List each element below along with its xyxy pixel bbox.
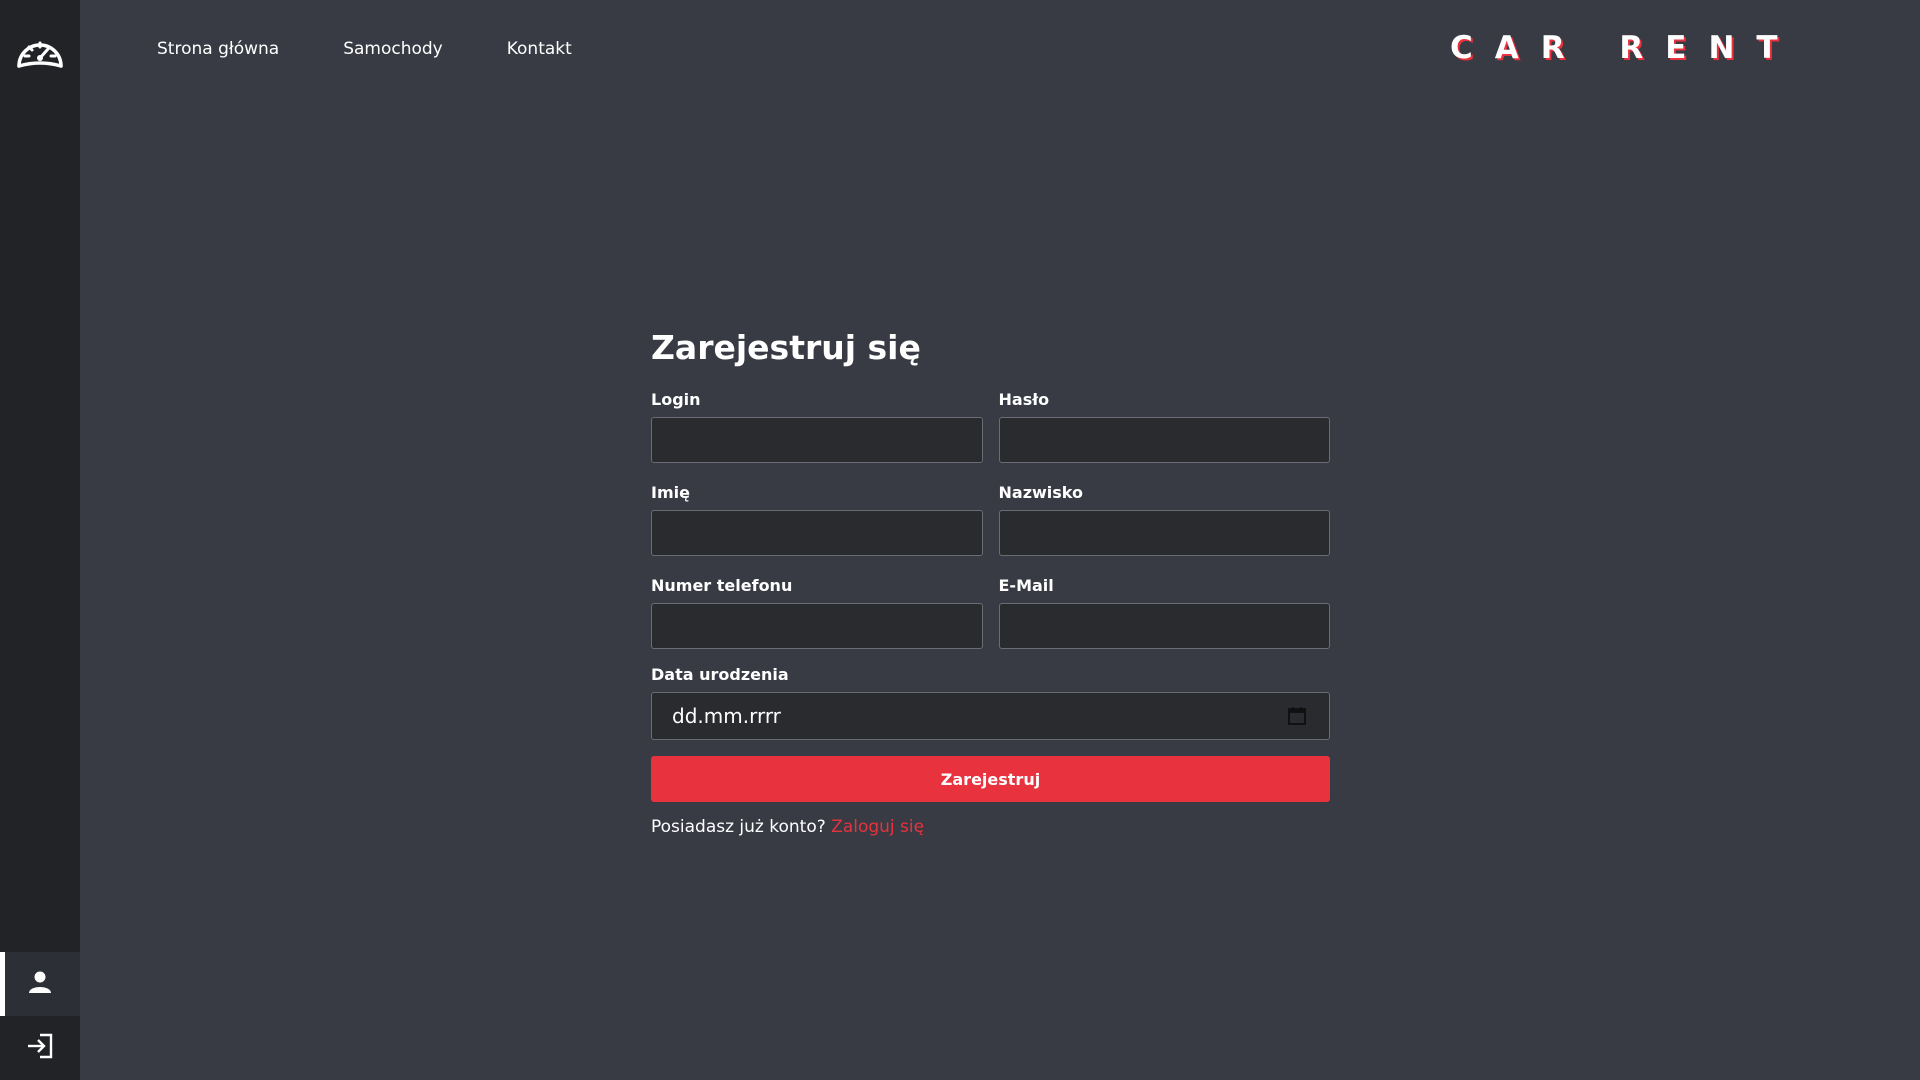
phone-label: Numer telefonu [651,576,793,595]
birthdate-input[interactable]: dd.mm.rrrr [651,692,1330,740]
last-name-field-group: Nazwisko [998,483,1330,556]
birthdate-placeholder: dd.mm.rrrr [672,704,781,728]
page-title: Zarejestruj się [651,328,921,367]
first-name-field-group: Imię [651,483,983,556]
register-form: Zarejestruj się Login Hasło Imię Nazwisk… [651,326,1330,838]
speedometer-icon[interactable] [14,34,66,74]
login-field-group: Login [651,390,983,463]
nav-home-link[interactable]: Strona główna [157,38,279,60]
sidebar-user-button[interactable] [0,952,80,1016]
email-input[interactable] [998,603,1330,649]
email-label: E-Mail [998,576,1054,595]
form-row-credentials: Login Hasło [651,390,1330,463]
last-name-label: Nazwisko [998,483,1084,502]
phone-input[interactable] [651,603,983,649]
password-field-group: Hasło [998,390,1330,463]
nav-contact-link[interactable]: Kontakt [507,38,572,60]
password-input[interactable] [998,417,1330,463]
password-label: Hasło [998,390,1050,409]
nav-cars-link[interactable]: Samochody [343,38,443,60]
first-name-input[interactable] [651,510,983,556]
brand-logo-text[interactable]: CAR RENT [1450,30,1800,66]
form-row-contact: Numer telefonu E-Mail [651,576,1330,649]
have-account-text: Posiadasz już konto? [651,817,826,837]
login-link[interactable]: Zaloguj się [831,817,924,837]
email-field-group: E-Mail [998,576,1330,649]
user-icon [29,970,51,998]
login-icon [26,1033,54,1063]
login-prompt: Posiadasz już konto? Zaloguj się [651,816,1330,838]
birthdate-label: Data urodzenia [651,665,789,684]
top-navigation: Strona główna Samochody Kontakt [157,38,572,60]
form-row-names: Imię Nazwisko [651,483,1330,556]
phone-field-group: Numer telefonu [651,576,983,649]
calendar-icon[interactable] [1287,706,1307,726]
birthdate-field-group: Data urodzenia dd.mm.rrrr [651,665,1330,740]
login-label: Login [651,390,701,409]
sidebar [0,0,80,1080]
login-input[interactable] [651,417,983,463]
first-name-label: Imię [651,483,690,502]
last-name-input[interactable] [998,510,1330,556]
register-button[interactable]: Zarejestruj [651,756,1330,802]
sidebar-login-button[interactable] [0,1016,80,1080]
